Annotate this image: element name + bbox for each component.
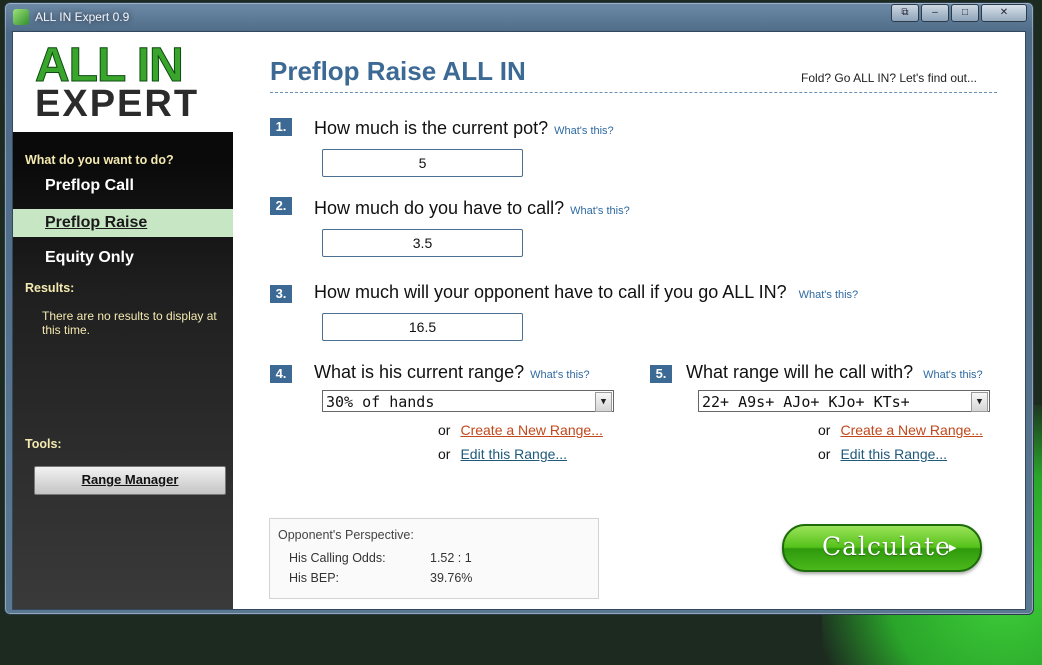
- bep-value: 39.76%: [430, 571, 473, 585]
- tools-heading: Tools:: [25, 437, 62, 451]
- play-arrow-icon: ▸: [949, 539, 957, 556]
- whats-this-link-2[interactable]: What's this?: [570, 205, 630, 217]
- logo-text-bottom: EXPERT: [35, 83, 200, 125]
- question-5: What range will he call with? What's this…: [686, 362, 983, 383]
- whats-this-link-1[interactable]: What's this?: [554, 125, 614, 137]
- calling-odds-value: 1.52 : 1: [430, 551, 472, 565]
- app-logo: ALL IN EXPERT: [13, 32, 233, 132]
- question-2-text: How much do you have to call?: [314, 198, 565, 218]
- current-range-value: 30% of hands: [326, 393, 435, 411]
- or-label: or: [818, 446, 831, 462]
- restore-down-icon[interactable]: ⧉: [891, 4, 919, 22]
- page-tagline: Fold? Go ALL IN? Let's find out...: [801, 71, 977, 85]
- question-2: How much do you have to call? What's this…: [314, 198, 630, 219]
- main-panel: Preflop Raise ALL IN Fold? Go ALL IN? Le…: [233, 32, 1025, 609]
- or-label: or: [438, 446, 451, 462]
- results-heading: Results:: [25, 281, 75, 295]
- app-icon: [13, 9, 29, 25]
- edit-range-link-4[interactable]: Edit this Range...: [460, 446, 567, 462]
- chevron-down-icon[interactable]: ▼: [595, 392, 612, 412]
- question-3-text: How much will your opponent have to call…: [314, 282, 787, 302]
- question-number-3: 3.: [270, 285, 292, 303]
- create-range-row-5: or Create a New Range...: [818, 422, 983, 438]
- whats-this-link-4[interactable]: What's this?: [530, 369, 590, 381]
- maximize-icon[interactable]: □: [951, 4, 979, 22]
- sidebar-item-preflop-raise[interactable]: Preflop Raise: [13, 209, 233, 237]
- create-range-link-4[interactable]: Create a New Range...: [460, 422, 602, 438]
- opponent-call-amount-input[interactable]: 16.5: [322, 313, 523, 341]
- or-label: or: [438, 422, 451, 438]
- results-text: There are no results to display at this …: [42, 309, 217, 337]
- calculate-button[interactable]: Calculate ▸: [782, 524, 982, 572]
- edit-range-row-4: or Edit this Range...: [438, 446, 567, 462]
- page-title: Preflop Raise ALL IN: [270, 56, 526, 86]
- create-range-row-4: or Create a New Range...: [438, 422, 603, 438]
- title-divider: [270, 92, 997, 93]
- sidebar: ALL IN EXPERT What do you want to do? Pr…: [13, 32, 233, 609]
- sidebar-item-preflop-call[interactable]: Preflop Call: [13, 172, 233, 200]
- close-icon[interactable]: ✕: [981, 4, 1027, 22]
- whats-this-link-3[interactable]: What's this?: [799, 289, 859, 301]
- minimize-icon[interactable]: –: [921, 4, 949, 22]
- question-3: How much will your opponent have to call…: [314, 282, 858, 303]
- amount-to-call-input[interactable]: 3.5: [322, 229, 523, 257]
- question-4-text: What is his current range?: [314, 362, 525, 382]
- opponent-perspective-panel: Opponent's Perspective: His Calling Odds…: [269, 518, 599, 599]
- or-label: or: [818, 422, 831, 438]
- sidebar-item-equity-only[interactable]: Equity Only: [13, 244, 233, 272]
- range-manager-button[interactable]: Range Manager: [34, 466, 226, 495]
- question-4: What is his current range? What's this?: [314, 362, 590, 383]
- sidebar-item-label: Preflop Call: [45, 177, 134, 194]
- current-pot-input[interactable]: 5: [322, 149, 523, 177]
- question-1: How much is the current pot? What's this?: [314, 118, 614, 139]
- window-title: ALL IN Expert 0.9: [35, 10, 130, 24]
- window-controls: ⧉ – □ ✕: [891, 4, 1027, 22]
- sidebar-item-label: Preflop Raise: [45, 214, 148, 231]
- create-range-link-5[interactable]: Create a New Range...: [840, 422, 982, 438]
- edit-range-link-5[interactable]: Edit this Range...: [840, 446, 947, 462]
- title-bar[interactable]: ALL IN Expert 0.9 ⧉ – □ ✕: [5, 3, 1033, 31]
- app-window: ALL IN Expert 0.9 ⧉ – □ ✕ ALL IN EXPERT …: [4, 2, 1034, 615]
- current-range-select[interactable]: 30% of hands ▼: [322, 390, 614, 412]
- perspective-title: Opponent's Perspective:: [278, 528, 414, 542]
- edit-range-row-5: or Edit this Range...: [818, 446, 947, 462]
- question-1-text: How much is the current pot?: [314, 118, 549, 138]
- question-5-text: What range will he call with?: [686, 362, 914, 382]
- question-number-2: 2.: [270, 197, 292, 215]
- calculate-label: Calculate: [822, 532, 951, 561]
- question-number-4: 4.: [270, 365, 292, 383]
- question-number-5: 5.: [650, 365, 672, 383]
- sidebar-item-label: Equity Only: [45, 249, 134, 266]
- calling-range-value: 22+ A9s+ AJo+ KJo+ KTs+: [702, 393, 910, 411]
- client-area: ALL IN EXPERT What do you want to do? Pr…: [12, 31, 1026, 610]
- whats-this-link-5[interactable]: What's this?: [923, 369, 983, 381]
- bep-label: His BEP:: [289, 571, 340, 585]
- nav-heading: What do you want to do?: [25, 153, 174, 167]
- calling-odds-label: His Calling Odds:: [289, 551, 386, 565]
- chevron-down-icon[interactable]: ▼: [971, 392, 988, 412]
- calling-range-select[interactable]: 22+ A9s+ AJo+ KJo+ KTs+ ▼: [698, 390, 990, 412]
- question-number-1: 1.: [270, 118, 292, 136]
